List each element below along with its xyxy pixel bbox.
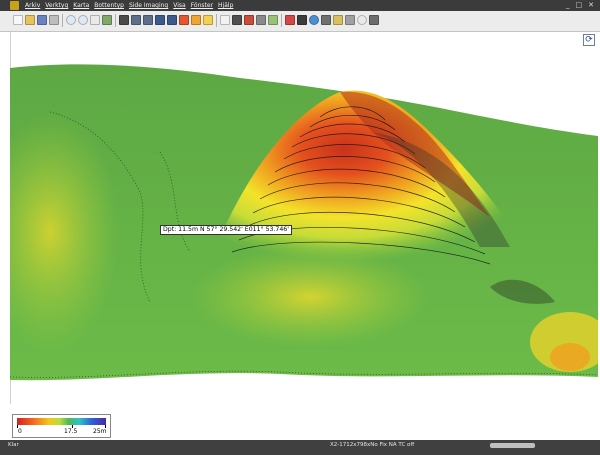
menu-visa[interactable]: Visa (173, 0, 185, 11)
title-bar: Arkiv Verktyg Karta Bottentyp Side Imagi… (0, 0, 600, 11)
refresh-icon[interactable]: ⟳ (583, 34, 595, 46)
maximize-button[interactable]: □ (576, 0, 583, 11)
color-map-icon[interactable] (203, 15, 213, 25)
layers-icon[interactable] (119, 15, 129, 25)
chart-icon[interactable] (102, 15, 112, 25)
toolbar-separator (62, 14, 63, 27)
terrain-surface[interactable] (10, 32, 598, 404)
menu-verktyg[interactable]: Verktyg (45, 0, 68, 11)
status-bar: Klar X2-1712x798xNo Fix NA TC off (0, 440, 600, 455)
new-icon[interactable] (13, 15, 23, 25)
list-icon[interactable] (321, 15, 331, 25)
settings-icon[interactable] (256, 15, 266, 25)
zoom-fit-icon[interactable] (90, 15, 100, 25)
forward-icon[interactable] (143, 15, 153, 25)
toolbar-separator (281, 14, 282, 27)
toolbar-separator (216, 14, 217, 27)
map-icon[interactable] (268, 15, 278, 25)
menu-bar: Arkiv Verktyg Karta Bottentyp Side Imagi… (25, 0, 233, 11)
menu-side-imaging[interactable]: Side Imaging (129, 0, 168, 11)
menu-bottentyp[interactable]: Bottentyp (94, 0, 124, 11)
depth-up-icon[interactable] (155, 15, 165, 25)
zoom-in-icon[interactable] (66, 15, 76, 25)
cursor-depth-tooltip: Dpt: 11.5m N 57° 29.542' E011° 53.746' (160, 225, 292, 235)
search-icon[interactable] (357, 15, 367, 25)
doc-icon[interactable] (220, 15, 230, 25)
save-icon[interactable] (37, 15, 47, 25)
palette-icon[interactable] (179, 15, 189, 25)
legend-mid-label: 17.5 (64, 428, 78, 435)
depth-legend: 0 17.5 25m (12, 414, 111, 438)
open-icon[interactable] (25, 15, 35, 25)
grid-icon[interactable] (297, 15, 307, 25)
zoom-out-icon[interactable] (78, 15, 88, 25)
depth-down-icon[interactable] (167, 15, 177, 25)
edit-icon[interactable] (369, 15, 379, 25)
menu-fonster[interactable]: Fönster (191, 0, 213, 11)
toolbar (0, 11, 600, 32)
status-text: Klar (8, 442, 19, 448)
waypoint-icon[interactable] (244, 15, 254, 25)
camera-icon[interactable] (232, 15, 242, 25)
window-controls: _ □ ✕ (566, 0, 594, 11)
track-icon[interactable] (333, 15, 343, 25)
print-icon[interactable] (49, 15, 59, 25)
gps-status: X2-1712x798xNo Fix NA TC off (330, 442, 415, 448)
compass-icon[interactable] (191, 15, 201, 25)
back-icon[interactable] (131, 15, 141, 25)
contour-icon[interactable] (345, 15, 355, 25)
menu-arkiv[interactable]: Arkiv (25, 0, 40, 11)
toolbar-separator (115, 14, 116, 27)
legend-max-label: 25m (93, 428, 107, 435)
close-button[interactable]: ✕ (588, 0, 594, 11)
menu-karta[interactable]: Karta (73, 0, 89, 11)
globe-icon[interactable] (309, 15, 319, 25)
minimize-button[interactable]: _ (566, 0, 570, 11)
legend-min-label: 0 (18, 428, 22, 435)
menu-hjalp[interactable]: Hjälp (218, 0, 233, 11)
depth-color-scale (17, 418, 106, 425)
flag-icon[interactable] (285, 15, 295, 25)
horizontal-scrollbar[interactable] (490, 443, 535, 448)
app-logo-icon (10, 1, 19, 10)
